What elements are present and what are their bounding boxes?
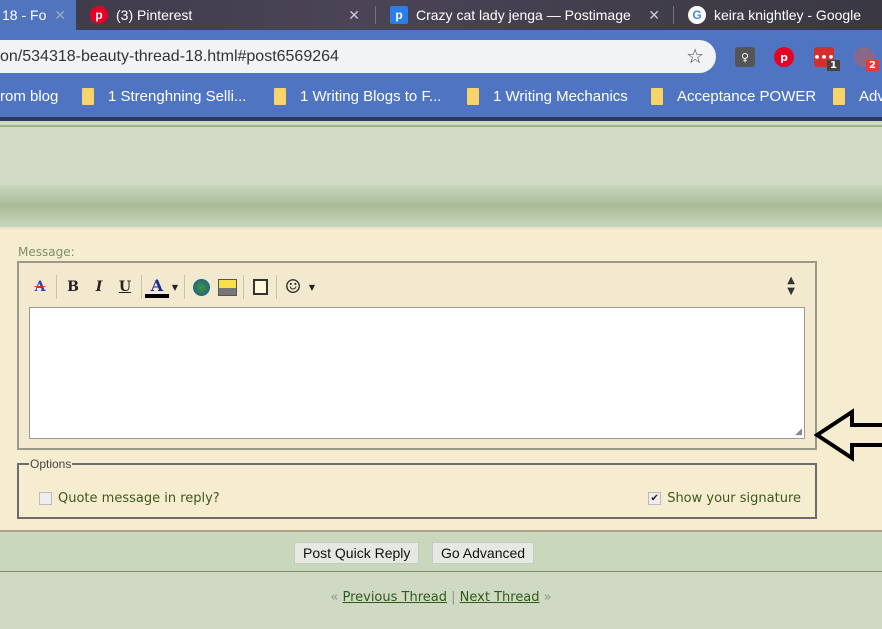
google-icon: G	[688, 6, 706, 24]
italic-icon[interactable]: I	[86, 275, 112, 299]
options-legend: Options	[30, 457, 72, 471]
bookmarks-bar: rom blog 1 Strenghning Selli... 1 Writin…	[0, 75, 882, 121]
chevron-down-icon[interactable]: ▼	[169, 275, 181, 299]
editor-toolbar: A B I U A ▼ ☺ ▼	[27, 273, 318, 301]
options-fieldset: Options Quote message in reply? ✔ Show yo…	[17, 457, 817, 519]
tab-title: Crazy cat lady jenga — Postimage	[416, 7, 631, 23]
underline-icon[interactable]: U	[112, 275, 138, 299]
next-thread-link[interactable]: Next Thread	[460, 590, 540, 605]
insert-image-icon[interactable]	[214, 275, 240, 299]
quote-icon[interactable]	[247, 275, 273, 299]
bookmark-label: 1 Strenghning Selli...	[108, 88, 247, 105]
bookmark-folder[interactable]: 1 Writing Blogs to F...	[274, 88, 441, 105]
tab-separator	[673, 6, 674, 24]
smiley-icon[interactable]: ☺	[280, 275, 306, 299]
bookmark-label: Adv	[859, 88, 882, 105]
bookmark-star-icon[interactable]: ☆	[686, 44, 704, 69]
tab-strip: 18 - Fo ✕ p (3) Pinterest ✕ p Crazy cat lady…	[0, 0, 882, 30]
close-tab-icon[interactable]: ✕	[648, 7, 660, 24]
quick-reply-panel: Message: A B I U A ▼ ☺ ▼ ▲ ▼ ◢ Options Qu…	[0, 227, 882, 530]
bookmark-folder[interactable]: Adv	[833, 88, 882, 105]
tab-title: (3) Pinterest	[116, 7, 193, 23]
resize-grip-icon[interactable]: ◢	[795, 427, 802, 437]
message-label: Message:	[18, 245, 75, 259]
tab-active[interactable]: 18 - Fo ✕	[0, 0, 76, 30]
font-color-icon[interactable]: A	[145, 276, 169, 298]
bookmark-folder[interactable]: 1 Writing Mechanics	[467, 88, 628, 105]
tab-postimage[interactable]: p Crazy cat lady jenga — Postimage ✕	[390, 0, 670, 30]
bookmark-item[interactable]: rom blog	[0, 88, 58, 105]
prev-arrow-icon: «	[330, 590, 339, 605]
folder-icon	[651, 88, 663, 105]
signature-option[interactable]: ✔ Show your signature	[648, 491, 801, 506]
insert-link-icon[interactable]	[188, 275, 214, 299]
bookmark-label: Acceptance POWER	[677, 88, 817, 105]
bookmark-label: 1 Writing Mechanics	[493, 88, 628, 105]
signature-label: Show your signature	[667, 491, 801, 506]
message-editor: A B I U A ▼ ☺ ▼ ▲ ▼ ◢	[17, 261, 817, 450]
signature-checkbox[interactable]: ✔	[648, 492, 662, 505]
url-text: on/534318-beauty-thread-18.html#post6569…	[0, 48, 339, 65]
quote-option[interactable]: Quote message in reply?	[39, 491, 220, 506]
next-arrow-icon: »	[543, 590, 552, 605]
go-advanced-button[interactable]: Go Advanced	[432, 542, 535, 564]
address-bar[interactable]: on/534318-beauty-thread-18.html#post6569…	[0, 40, 716, 73]
reply-buttons-row: Post Quick Reply Go Advanced	[0, 530, 882, 572]
extension-badge: 2	[866, 60, 879, 71]
chevron-down-icon[interactable]: ▼	[306, 275, 318, 299]
close-tab-icon[interactable]: ✕	[54, 7, 66, 24]
lightbulb-extension-icon[interactable]: ♀	[735, 47, 755, 67]
pinterest-extension-icon[interactable]: p	[774, 47, 794, 67]
quote-checkbox[interactable]	[39, 492, 52, 505]
tab-google[interactable]: Gkeira knightley - Google	[688, 0, 882, 30]
tab-title: keira knightley - Google	[714, 7, 862, 23]
bookmark-label: rom blog	[0, 88, 59, 105]
message-textarea[interactable]: ◢	[29, 307, 805, 439]
post-quick-reply-button[interactable]: Post Quick Reply	[294, 542, 420, 564]
thread-navigation: « Previous Thread | Next Thread »	[0, 590, 882, 605]
resize-editor-icon[interactable]: ▲ ▼	[787, 275, 795, 297]
close-tab-icon[interactable]: ✕	[348, 7, 360, 24]
remove-format-icon[interactable]: A	[27, 275, 53, 299]
bold-icon[interactable]: B	[60, 275, 86, 299]
quick-reply-header	[0, 185, 882, 227]
folder-icon	[833, 88, 845, 105]
bookmark-label: 1 Writing Blogs to F...	[300, 88, 442, 105]
postimage-icon: p	[390, 6, 408, 24]
folder-icon	[82, 88, 94, 105]
tab-separator	[375, 6, 376, 24]
previous-thread-link[interactable]: Previous Thread	[342, 590, 447, 605]
page-header-band	[0, 125, 882, 185]
extension-badge: 1	[827, 60, 840, 71]
tab-title: 18 - Fo	[2, 7, 47, 23]
tab-pinterest[interactable]: p (3) Pinterest ✕	[90, 0, 370, 30]
quote-label: Quote message in reply?	[58, 491, 220, 506]
nav-divider: |	[451, 590, 456, 605]
bookmark-folder[interactable]: 1 Strenghning Selli...	[82, 88, 246, 105]
pinterest-icon: p	[90, 6, 108, 24]
bookmark-folder[interactable]: Acceptance POWER	[651, 88, 816, 105]
folder-icon	[274, 88, 286, 105]
arrow-annotation-icon	[814, 408, 882, 462]
folder-icon	[467, 88, 479, 105]
